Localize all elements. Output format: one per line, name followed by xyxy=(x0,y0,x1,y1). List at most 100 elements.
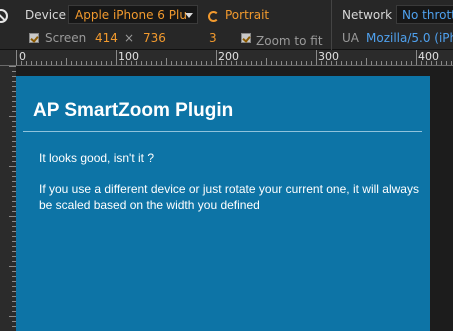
ua-label: UA xyxy=(342,31,359,45)
toolbar-row-device: Device Apple iPhone 6 Plu Portrait Netwo… xyxy=(0,2,453,27)
ruler-tick xyxy=(56,61,57,65)
ruler-tick xyxy=(451,61,452,65)
toolbar-divider xyxy=(331,0,332,50)
ruler-tick xyxy=(151,61,152,65)
zoom-to-fit-label: Zoom to fit xyxy=(256,34,323,48)
screen-checkbox[interactable] xyxy=(29,33,39,43)
vertical-ruler xyxy=(0,66,16,331)
ruler-tick xyxy=(226,61,227,65)
ruler-tick xyxy=(91,61,92,65)
ruler-tick xyxy=(196,61,197,65)
ruler-tick xyxy=(301,61,302,65)
ruler-tick xyxy=(331,61,332,65)
times-symbol: × xyxy=(124,31,135,45)
ruler-tick xyxy=(276,61,277,65)
screen-height-input[interactable]: 736 xyxy=(143,31,166,45)
ruler-tick xyxy=(136,61,137,65)
ruler-tick xyxy=(46,61,47,65)
ruler-tick xyxy=(371,61,372,65)
ruler-tick xyxy=(256,61,257,65)
ruler-tick xyxy=(161,61,162,65)
ruler-tick xyxy=(9,166,16,167)
zoom-to-fit-checkbox[interactable] xyxy=(241,33,251,43)
ruler-tick xyxy=(421,61,422,65)
network-select[interactable]: No thrott xyxy=(396,5,453,24)
disable-emulation-icon[interactable] xyxy=(0,9,8,23)
orientation-button[interactable]: Portrait xyxy=(225,8,269,22)
ruler-tick xyxy=(176,61,177,65)
title-divider xyxy=(23,131,422,132)
ruler-tick xyxy=(41,61,42,65)
ruler-tick xyxy=(351,61,352,65)
ruler-tick xyxy=(221,61,222,65)
ruler-tick xyxy=(141,61,142,65)
ruler-tick xyxy=(231,61,232,65)
ruler-tick xyxy=(236,61,237,65)
user-agent-input[interactable]: Mozilla/5.0 (iPho xyxy=(366,31,453,45)
ruler-tick xyxy=(381,61,382,65)
ruler-tick xyxy=(261,61,262,65)
page-title: AP SmartZoom Plugin xyxy=(33,100,234,121)
horizontal-ruler: 0 100 200 300 400 xyxy=(0,50,453,66)
device-select[interactable]: Apple iPhone 6 Plu xyxy=(68,5,198,24)
page-paragraph-1: It looks good, isn't it ? xyxy=(39,151,155,165)
ruler-tick xyxy=(431,61,432,65)
ruler-tick xyxy=(296,61,297,65)
ruler-tick xyxy=(181,61,182,65)
ruler-tick xyxy=(101,61,102,65)
ruler-tick xyxy=(311,61,312,65)
ruler-tick xyxy=(116,50,117,65)
ruler-tick xyxy=(9,316,16,317)
ruler-tick xyxy=(386,61,387,65)
ruler-tick xyxy=(156,61,157,65)
ruler-tick xyxy=(321,61,322,65)
ruler-tick xyxy=(391,61,392,65)
ruler-tick xyxy=(121,61,122,65)
ruler-tick xyxy=(9,66,16,67)
device-label: Device xyxy=(25,8,67,22)
ruler-tick xyxy=(211,61,212,65)
rotate-icon[interactable] xyxy=(208,11,219,22)
devtools-window: Device Apple iPhone 6 Plu Portrait Netwo… xyxy=(0,0,453,331)
ruler-tick xyxy=(291,61,292,65)
ruler-tick xyxy=(186,61,187,65)
ruler-tick xyxy=(51,61,52,65)
ruler-tick xyxy=(396,61,397,65)
ruler-tick xyxy=(9,266,16,267)
ruler-tick xyxy=(166,58,167,65)
ruler-tick xyxy=(411,61,412,65)
emulated-viewport[interactable]: AP SmartZoom Plugin It looks good, isn't… xyxy=(16,76,430,331)
ruler-tick xyxy=(436,61,437,65)
ruler-tick xyxy=(376,61,377,65)
network-label: Network xyxy=(342,8,393,22)
ruler-tick xyxy=(286,61,287,65)
ruler-tick xyxy=(131,61,132,65)
ruler-tick xyxy=(191,61,192,65)
ruler-tick xyxy=(246,61,247,65)
ruler-tick xyxy=(16,50,17,65)
ruler-tick xyxy=(216,50,217,65)
ruler-tick xyxy=(281,61,282,65)
ruler-tick xyxy=(401,61,402,65)
device-pixel-ratio-input[interactable]: 3 xyxy=(209,31,217,45)
ruler-tick xyxy=(171,61,172,65)
ruler-tick xyxy=(111,61,112,65)
ruler-tick xyxy=(21,61,22,65)
ruler-tick xyxy=(346,61,347,65)
ruler-tick xyxy=(406,61,407,65)
ruler-tick xyxy=(26,61,27,65)
ruler-tick xyxy=(356,61,357,65)
viewport-top-gutter xyxy=(16,66,453,76)
ruler-tick xyxy=(426,61,427,65)
screen-width-input[interactable]: 414 xyxy=(95,31,118,45)
ruler-tick xyxy=(76,61,77,65)
ruler-tick xyxy=(66,58,67,65)
ruler-tick xyxy=(441,61,442,65)
ruler-tick xyxy=(9,116,16,117)
ruler-tick xyxy=(366,58,367,65)
page-paragraph-2: If you use a different device or just ro… xyxy=(39,182,419,212)
ruler-tick xyxy=(416,50,417,65)
chevron-down-icon xyxy=(185,13,193,18)
viewport-side-gutter xyxy=(430,66,453,331)
ruler-tick xyxy=(241,61,242,65)
